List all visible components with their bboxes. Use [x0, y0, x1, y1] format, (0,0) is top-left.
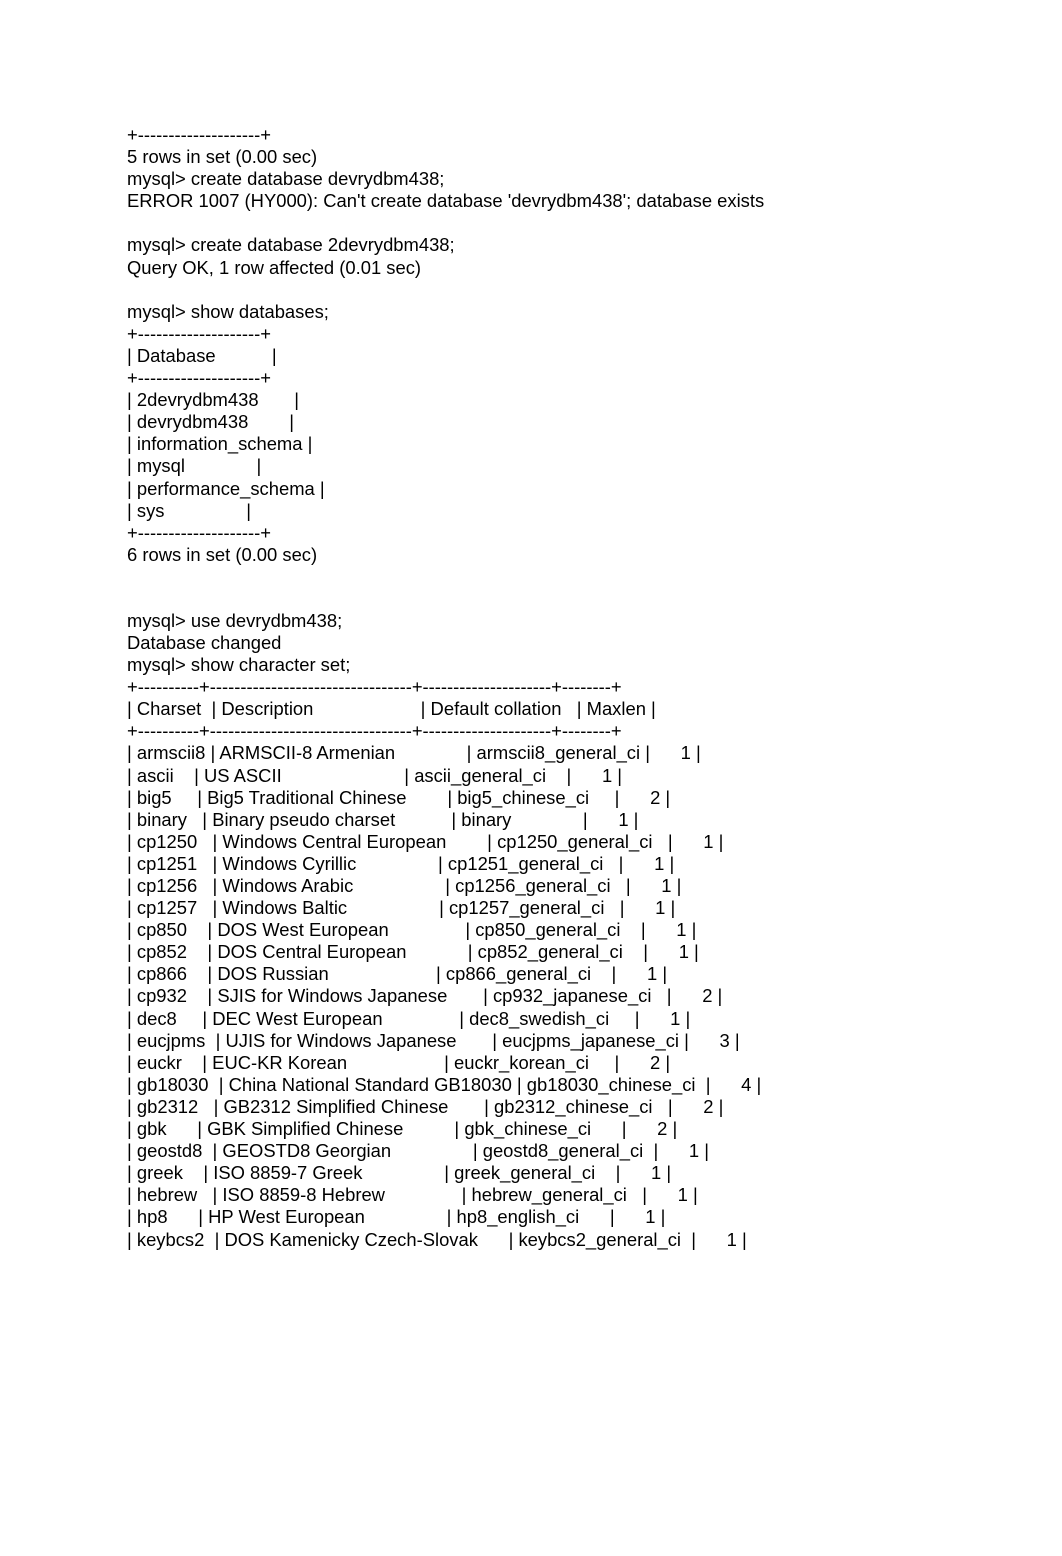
table-row: | sys | — [127, 499, 252, 521]
table-row: | armscii8 | ARMSCII-8 Armenian | armsci… — [127, 742, 701, 764]
table-row: | binary | Binary pseudo charset | binar… — [127, 808, 639, 830]
table-border: +----------+----------------------------… — [127, 676, 622, 698]
table-header: | Charset | Description | Default collat… — [127, 698, 656, 720]
table-header: | Database | — [127, 344, 277, 366]
query-result: Database changed — [127, 631, 282, 653]
charset-table: +----------+----------------------------… — [127, 676, 764, 1250]
table-border: +----------+----------------------------… — [127, 720, 622, 742]
table-row: | devrydbm438 | — [127, 411, 294, 433]
table-row: | gbk | GBK Simplified Chinese | gbk_chi… — [127, 1118, 678, 1140]
table-row: | eucjpms | UJIS for Windows Japanese | … — [127, 1029, 740, 1051]
table-border: +--------------------+ — [127, 124, 271, 145]
table-row: | performance_schema | — [127, 477, 325, 499]
charset-rows: | armscii8 | ARMSCII-8 Armenian | armsci… — [127, 742, 764, 1250]
document-page: +--------------------+ 5 rows in set (0.… — [127, 124, 764, 1251]
table-row: | gb18030 | China National Standard GB18… — [127, 1073, 762, 1095]
table-row: | hebrew | ISO 8859-8 Hebrew | hebrew_ge… — [127, 1184, 698, 1206]
command-line: mysql> create database 2devrydbm438; — [127, 234, 455, 256]
table-row: | greek | ISO 8859-7 Greek | greek_gener… — [127, 1162, 672, 1184]
command-line: mysql> use devrydbm438; — [127, 609, 343, 631]
table-row: | euckr | EUC-KR Korean | euckr_korean_c… — [127, 1051, 671, 1073]
table-border: +--------------------+ — [127, 322, 271, 344]
table-row: | 2devrydbm438 | — [127, 389, 300, 411]
table-row: | cp866 | DOS Russian | cp866_general_ci… — [127, 963, 668, 985]
table-row: | cp1250 | Windows Central European | cp… — [127, 830, 724, 852]
command-line: mysql> show databases; — [127, 300, 329, 322]
table-row: | cp1257 | Windows Baltic | cp1257_gener… — [127, 897, 676, 919]
table-row: | hp8 | HP West European | hp8_english_c… — [127, 1206, 666, 1228]
table-border: +--------------------+ — [127, 521, 271, 543]
table-row: | cp1256 | Windows Arabic | cp1256_gener… — [127, 875, 682, 896]
table-row: | gb2312 | GB2312 Simplified Chinese | g… — [127, 1095, 724, 1117]
table-row: | cp1251 | Windows Cyrillic | cp1251_gen… — [127, 852, 675, 874]
command-line: mysql> create database devrydbm438; — [127, 168, 445, 190]
query-result: Query OK, 1 row affected (0.01 sec) — [127, 256, 422, 278]
table-row: | mysql | — [127, 455, 262, 477]
table-row: | cp932 | SJIS for Windows Japanese | cp… — [127, 985, 723, 1007]
table-row: | dec8 | DEC West European | dec8_swedis… — [127, 1007, 691, 1029]
databases-table: +--------------------+ | Database | +---… — [127, 323, 764, 566]
error-message: ERROR 1007 (HY000): Can't create databas… — [127, 190, 765, 212]
rows-summary: 5 rows in set (0.00 sec) — [127, 146, 318, 168]
command-line: mysql> show character set; — [127, 654, 351, 676]
table-row: | cp852 | DOS Central European | cp852_g… — [127, 941, 699, 963]
table-row: | cp850 | DOS West European | cp850_gene… — [127, 919, 697, 941]
table-row: | information_schema | — [127, 433, 313, 455]
table-row: | geostd8 | GEOSTD8 Georgian | geostd8_g… — [127, 1140, 710, 1162]
table-border: +--------------------+ — [127, 367, 271, 389]
table-row: | keybcs2 | DOS Kamenicky Czech-Slovak |… — [127, 1228, 747, 1250]
rows-summary: 6 rows in set (0.00 sec) — [127, 543, 318, 565]
table-row: | ascii | US ASCII | ascii_general_ci | … — [127, 764, 623, 786]
table-row: | big5 | Big5 Traditional Chinese | big5… — [127, 786, 671, 808]
